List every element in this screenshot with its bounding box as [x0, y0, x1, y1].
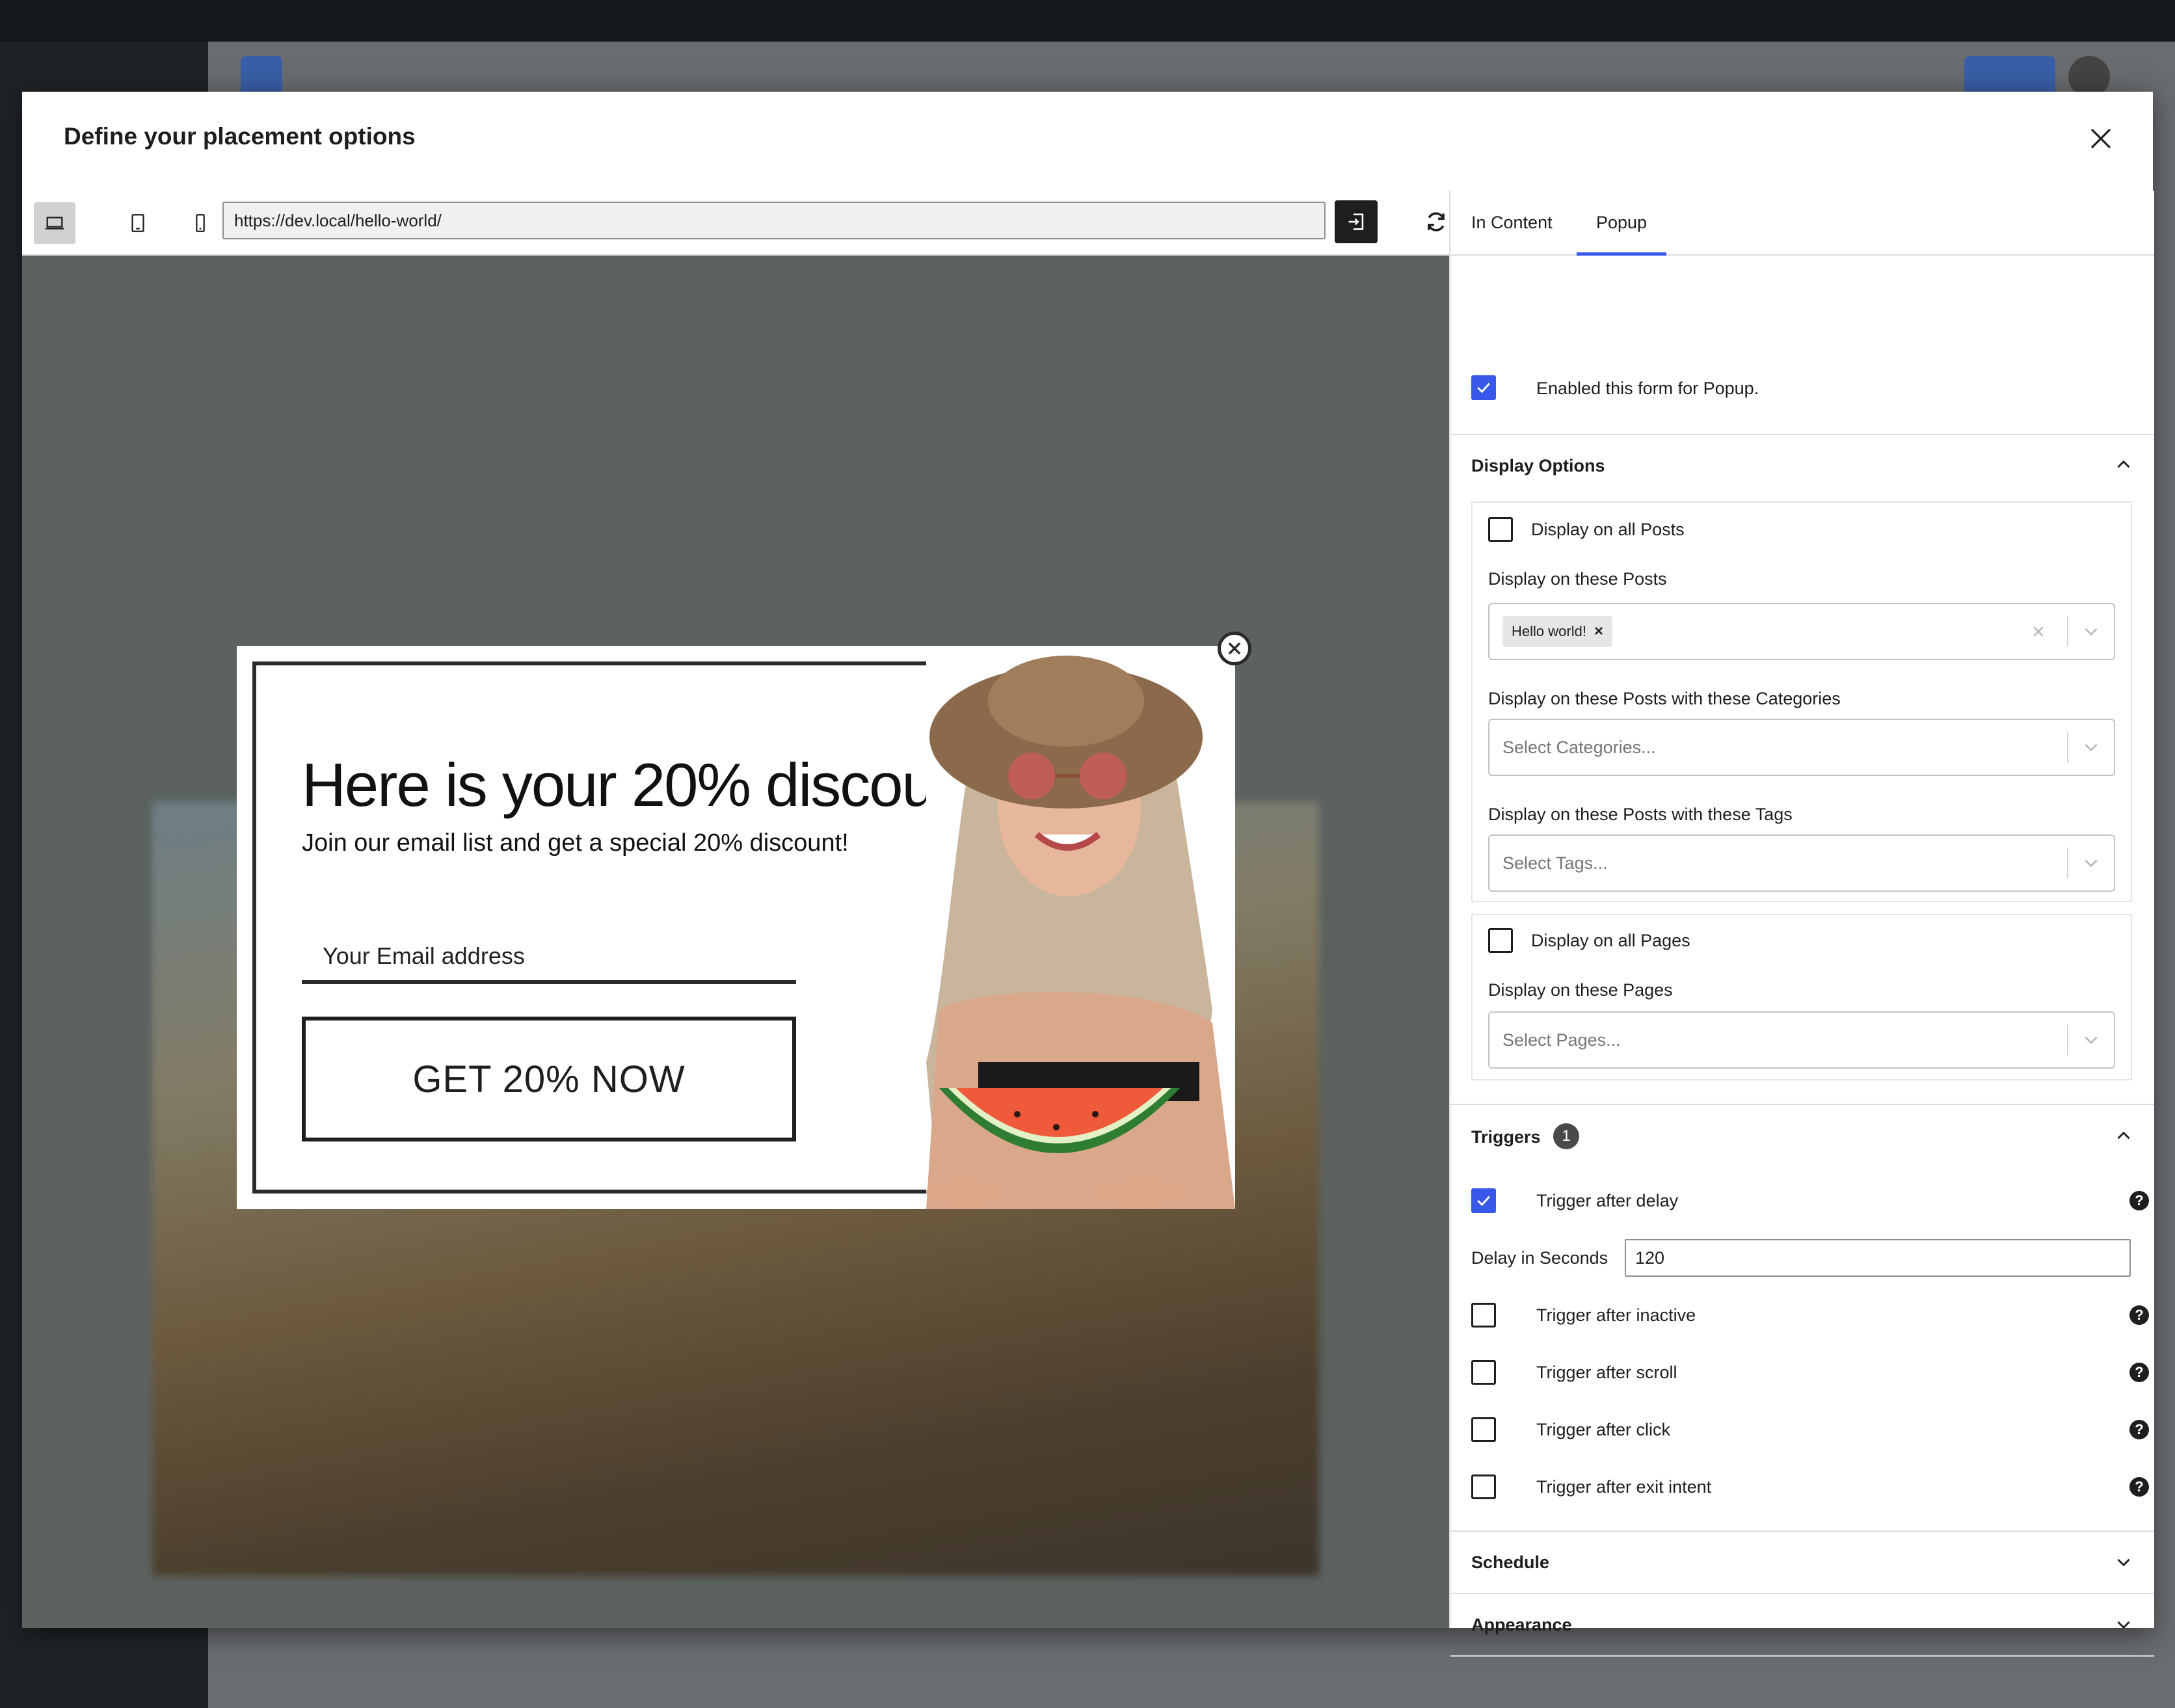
trigger-after-exit-intent-checkbox[interactable]	[1471, 1474, 1496, 1499]
tags-select-label: Display on these Posts with these Tags	[1488, 805, 1793, 824]
trigger-after-scroll-checkbox[interactable]	[1471, 1360, 1496, 1385]
tab-popup[interactable]: Popup	[1577, 191, 1667, 256]
close-modal-button[interactable]	[2085, 123, 2116, 154]
load-url-button[interactable]	[1335, 200, 1378, 243]
placement-tabs: In Content Popup	[1450, 191, 2154, 256]
display-all-pages-checkbox[interactable]	[1488, 928, 1513, 953]
desktop-view-button[interactable]	[34, 202, 75, 244]
site-preview-canvas: Here is your 20% discount. Join our emai…	[22, 256, 1449, 1628]
selected-post-chip: Hello world! ×	[1502, 616, 1612, 647]
help-icon[interactable]: ?	[2129, 1477, 2149, 1497]
display-all-posts-label: Display on all Posts	[1531, 520, 1685, 539]
pages-options-box: Display on all Pages Display on these Pa…	[1471, 914, 2132, 1080]
divider	[1450, 1593, 2154, 1594]
delay-seconds-label: Delay in Seconds	[1471, 1248, 1608, 1268]
trigger-after-scroll-label: Trigger after scroll	[1536, 1363, 1677, 1382]
tablet-view-button[interactable]	[117, 202, 159, 244]
close-icon	[2090, 128, 2111, 149]
trigger-after-click-label: Trigger after click	[1536, 1420, 1671, 1439]
refresh-preview-button[interactable]	[1419, 205, 1453, 239]
popup-cta-button[interactable]: GET 20% NOW	[302, 1017, 796, 1141]
pages-select-label: Display on these Pages	[1488, 980, 1673, 1000]
trigger-after-exit-intent-label: Trigger after exit intent	[1536, 1477, 1712, 1497]
posts-options-box: Display on all Posts Display on these Po…	[1471, 501, 2132, 902]
categories-placeholder: Select Categories...	[1502, 738, 1656, 757]
chevron-down-icon[interactable]	[2113, 1551, 2135, 1573]
tablet-icon	[131, 214, 144, 232]
admin-top-bar	[0, 0, 2175, 42]
tags-select[interactable]: Select Tags...	[1488, 834, 2115, 892]
popup-close-button[interactable]	[1218, 632, 1251, 665]
popup-heading: Here is your 20% discount.	[302, 751, 1000, 819]
chevron-down-icon[interactable]	[2113, 1614, 2135, 1636]
placement-settings-panel: In Content Popup Enabled this form for P…	[1449, 191, 2154, 1657]
select-separator	[2067, 847, 2068, 879]
trigger-after-inactive-checkbox[interactable]	[1471, 1303, 1496, 1328]
help-icon[interactable]: ?	[2129, 1363, 2149, 1382]
tab-in-content[interactable]: In Content	[1471, 191, 1553, 254]
select-separator	[2067, 616, 2068, 647]
posts-select[interactable]: Hello world! ×	[1488, 603, 2115, 660]
categories-select[interactable]: Select Categories...	[1488, 719, 2115, 776]
trigger-after-click-checkbox[interactable]	[1471, 1417, 1496, 1442]
mobile-icon	[196, 214, 205, 232]
preview-pane: Here is your 20% discount. Join our emai…	[22, 191, 1449, 1628]
popup-subheading: Join our email list and get a special 20…	[302, 829, 849, 857]
enter-icon	[1348, 213, 1364, 230]
help-icon[interactable]: ?	[2129, 1305, 2149, 1325]
divider	[1450, 1655, 2154, 1657]
pages-placeholder: Select Pages...	[1502, 1030, 1621, 1050]
chevron-down-icon[interactable]	[2080, 852, 2102, 874]
posts-select-label: Display on these Posts	[1488, 569, 1667, 589]
modal-title: Define your placement options	[64, 123, 416, 150]
enable-popup-checkbox[interactable]	[1471, 375, 1496, 400]
preview-url-input[interactable]	[222, 202, 1326, 239]
categories-select-label: Display on these Posts with these Catego…	[1488, 689, 1841, 708]
display-all-pages-label: Display on all Pages	[1531, 931, 1690, 950]
mobile-view-button[interactable]	[180, 202, 221, 244]
chevron-down-icon[interactable]	[2080, 1029, 2102, 1051]
trigger-after-inactive-label: Trigger after inactive	[1536, 1305, 1696, 1325]
trigger-after-delay-label: Trigger after delay	[1536, 1191, 1679, 1210]
checkmark-icon	[1477, 1195, 1490, 1207]
discount-popup: Here is your 20% discount. Join our emai…	[237, 632, 1251, 1209]
select-separator	[2067, 1024, 2068, 1056]
delay-seconds-input[interactable]	[1625, 1239, 2131, 1277]
select-separator	[2067, 732, 2068, 763]
checkmark-icon	[1477, 382, 1490, 394]
appearance-section-toggle[interactable]: Appearance	[1471, 1615, 1572, 1635]
display-options-title: Display Options	[1471, 456, 1605, 475]
close-icon	[1228, 642, 1241, 655]
divider	[1450, 1104, 2154, 1105]
divider	[1450, 1530, 2154, 1532]
laptop-icon	[45, 217, 64, 230]
woman-with-watermelon-photo	[926, 646, 1235, 1209]
chevron-down-icon[interactable]	[2080, 736, 2102, 758]
popup-email-input[interactable]	[302, 932, 796, 984]
enable-popup-label: Enabled this form for Popup.	[1536, 379, 1759, 398]
refresh-icon	[1428, 212, 1445, 232]
divider	[1450, 434, 2154, 435]
placement-options-modal: Define your placement options https://de…	[22, 92, 2154, 1657]
schedule-section-toggle[interactable]: Schedule	[1471, 1553, 1549, 1573]
display-all-posts-checkbox[interactable]	[1488, 517, 1513, 542]
triggers-title: Triggers	[1471, 1127, 1541, 1147]
clear-icon[interactable]	[2028, 621, 2049, 642]
chevron-down-icon[interactable]	[2080, 620, 2102, 643]
tags-placeholder: Select Tags...	[1502, 853, 1608, 873]
triggers-count-badge: 1	[1553, 1123, 1579, 1149]
chevron-up-icon[interactable]	[2113, 453, 2135, 475]
preview-toolbar	[22, 191, 1449, 256]
chevron-up-icon[interactable]	[2113, 1125, 2135, 1147]
trigger-after-delay-checkbox[interactable]	[1471, 1188, 1496, 1213]
selected-post-label: Hello world!	[1512, 623, 1586, 639]
help-icon[interactable]: ?	[2129, 1420, 2149, 1439]
remove-chip-icon[interactable]: ×	[1594, 622, 1603, 641]
help-icon[interactable]: ?	[2129, 1191, 2149, 1210]
pages-select[interactable]: Select Pages...	[1488, 1011, 2115, 1069]
